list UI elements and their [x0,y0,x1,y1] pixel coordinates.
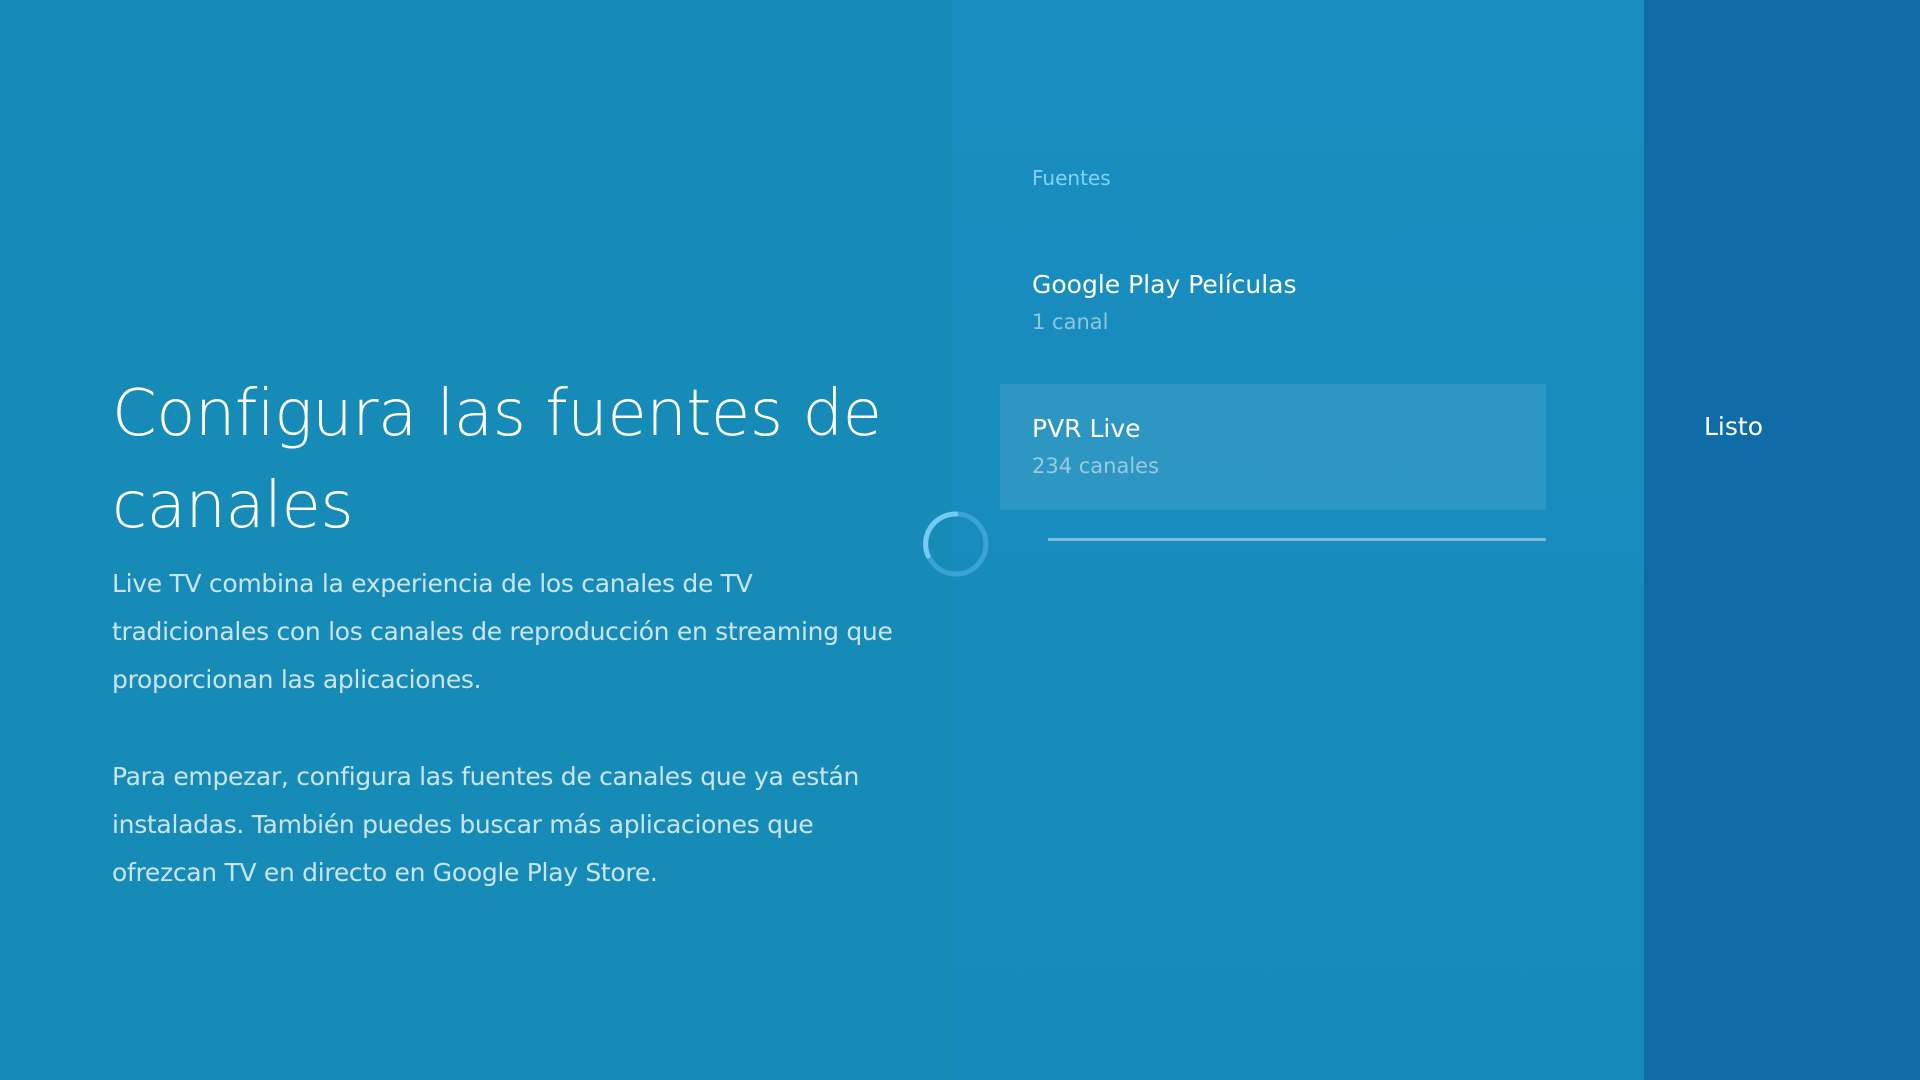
description-paragraph-2: Para empezar, configura las fuentes de c… [112,762,860,887]
description-panel: Configura las fuentes de canales Live TV… [0,0,952,1080]
list-divider [1048,538,1546,541]
source-item-pvr-live[interactable]: PVR Live 234 canales [1000,384,1546,510]
description-paragraph-1: Live TV combina la experiencia de los ca… [112,569,893,694]
source-item-title: PVR Live [1032,414,1141,443]
live-tv-setup-screen: Configura las fuentes de canales Live TV… [0,0,1920,1080]
source-item-channel-count: 1 canal [1032,310,1109,334]
page-title: Configura las fuentes de canales [112,377,882,543]
action-panel: Listo [1644,0,1920,1080]
sources-list-panel: Fuentes Google Play Películas 1 canal PV… [952,0,1644,1080]
source-item-title: Google Play Películas [1032,270,1297,299]
loading-spinner-icon [923,511,989,577]
sources-section-label: Fuentes [1032,166,1111,190]
done-button[interactable]: Listo [1704,406,1864,446]
source-item-google-play-peliculas[interactable]: Google Play Películas 1 canal [1000,240,1546,366]
source-item-channel-count: 234 canales [1032,454,1160,478]
